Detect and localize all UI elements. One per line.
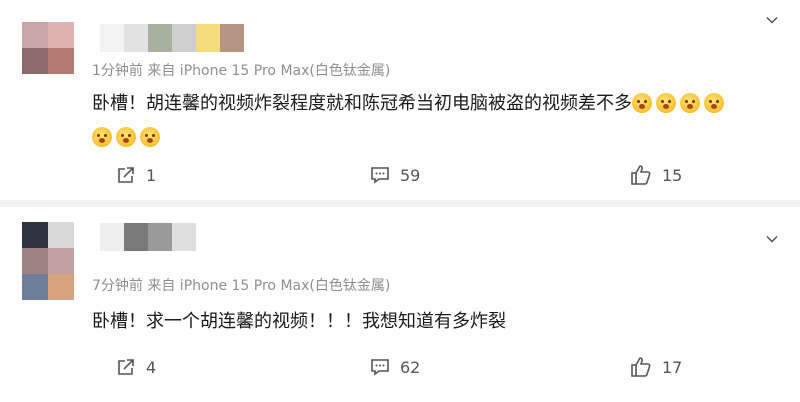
share-icon (118, 167, 134, 183)
username-pixel (100, 24, 124, 52)
share-icon (118, 359, 134, 375)
username-pixel (124, 223, 148, 251)
like-button[interactable]: 15 (630, 160, 682, 190)
reply-count: 59 (400, 165, 421, 185)
avatar-pixel (22, 222, 48, 248)
astonished-face-icon (116, 127, 136, 147)
avatar[interactable] (22, 222, 80, 302)
astonished-face-icon (680, 93, 700, 113)
username-pixel (220, 24, 244, 52)
avatar-pixel (48, 222, 74, 248)
comment-text-body: 卧槽！求一个胡连馨的视频！！！我想知道有多炸裂 (92, 311, 506, 332)
avatar-pixel (22, 274, 48, 300)
avatar-pixel (48, 48, 74, 74)
username-pixel (100, 223, 124, 251)
avatar[interactable] (22, 22, 80, 80)
comment-card-1: 1分钟前 来自 iPhone 15 Pro Max(白色钛金属) 卧槽！胡连馨的… (0, 0, 800, 200)
comment-text-body: 卧槽！胡连馨的视频炸裂程度就和陈冠希当初电脑被盗的视频差不多 (92, 93, 632, 114)
comment-icon (371, 359, 389, 376)
chevron-down-icon[interactable] (766, 14, 778, 26)
share-button[interactable]: 1 (116, 160, 156, 190)
astonished-face-icon (704, 93, 724, 113)
avatar-pixel (48, 274, 74, 300)
astonished-face-icon (656, 93, 676, 113)
thumbs-up-icon (631, 357, 651, 377)
reply-button[interactable]: 59 (370, 160, 420, 190)
comment-text: 卧槽！求一个胡连馨的视频！！！我想知道有多炸裂 (92, 305, 782, 339)
username-pixel (148, 223, 172, 251)
share-button[interactable]: 4 (116, 352, 156, 382)
astonished-face-icon (140, 127, 160, 147)
comment-separator (0, 200, 800, 207)
avatar-pixel (22, 48, 48, 74)
astonished-face-icon (632, 93, 652, 113)
username-pixel (196, 24, 220, 52)
avatar-pixel (48, 248, 74, 274)
comment-text: 卧槽！胡连馨的视频炸裂程度就和陈冠希当初电脑被盗的视频差不多 (92, 87, 782, 155)
avatar-pixel (48, 22, 74, 48)
comment-actions: 4 62 17 (0, 352, 800, 382)
username-pixel (124, 24, 148, 52)
chevron-down-icon[interactable] (766, 233, 778, 245)
username-pixel (172, 223, 196, 251)
like-count: 15 (662, 165, 683, 185)
comment-actions: 1 59 15 (0, 160, 800, 190)
reply-count: 62 (400, 357, 421, 377)
thumbs-up-icon (631, 165, 651, 185)
comment-meta: 1分钟前 来自 iPhone 15 Pro Max(白色钛金属) (92, 63, 391, 79)
username-pixel (148, 24, 172, 52)
avatar-pixel (22, 22, 48, 48)
like-count: 17 (662, 357, 683, 377)
comment-card-2: 7分钟前 来自 iPhone 15 Pro Max(白色钛金属) 卧槽！求一个胡… (0, 207, 800, 402)
share-count: 4 (146, 357, 157, 377)
comment-meta: 7分钟前 来自 iPhone 15 Pro Max(白色钛金属) (92, 278, 391, 294)
reply-button[interactable]: 62 (370, 352, 420, 382)
astonished-face-icon (92, 127, 112, 147)
like-button[interactable]: 17 (630, 352, 682, 382)
avatar-pixel (22, 248, 48, 274)
share-count: 1 (146, 165, 157, 185)
username-pixel (172, 24, 196, 52)
comment-icon (371, 167, 389, 184)
